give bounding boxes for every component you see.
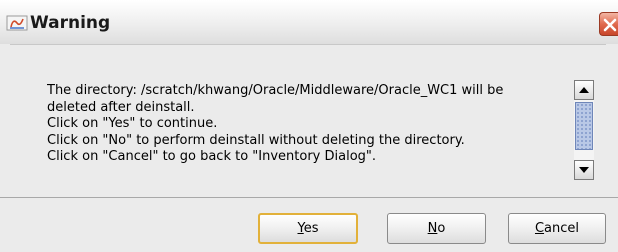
message-line: Click on "Yes" to continue. bbox=[47, 116, 218, 131]
message-line: Click on "No" to perform deinstall witho… bbox=[47, 132, 465, 148]
message-line: Click on "Cancel" to go back to "Invento… bbox=[47, 149, 377, 164]
message-line: The directory: /scratch/khwang/Oracle/Mi… bbox=[47, 83, 504, 98]
no-button[interactable]: No bbox=[387, 213, 486, 244]
dialog-title: Warning bbox=[30, 13, 111, 33]
scroll-up-button[interactable] bbox=[574, 80, 594, 100]
title-bar[interactable]: Warning bbox=[0, 0, 618, 44]
scroll-down-button[interactable] bbox=[574, 160, 594, 180]
warning-dialog: Warning The directory: /scratch/khwang/O… bbox=[0, 0, 618, 252]
yes-label: es bbox=[303, 221, 319, 236]
java-warning-icon bbox=[6, 15, 28, 31]
no-label: o bbox=[437, 221, 446, 236]
close-button[interactable] bbox=[599, 12, 618, 36]
arrow-up-icon bbox=[579, 87, 589, 93]
message-line: deleted after deinstall. bbox=[47, 99, 195, 115]
cancel-label: ancel bbox=[544, 221, 580, 236]
cancel-mnemonic: C bbox=[534, 221, 545, 236]
no-mnemonic: N bbox=[427, 221, 438, 236]
scroll-thumb[interactable] bbox=[575, 102, 593, 150]
yes-button[interactable]: Yes bbox=[258, 213, 358, 244]
close-icon bbox=[603, 18, 617, 32]
message-text: The directory: /scratch/khwang/Oracle/Mi… bbox=[47, 83, 567, 181]
cancel-button[interactable]: Cancel bbox=[508, 213, 606, 244]
vertical-scrollbar[interactable] bbox=[574, 80, 594, 180]
arrow-down-icon bbox=[579, 167, 589, 173]
